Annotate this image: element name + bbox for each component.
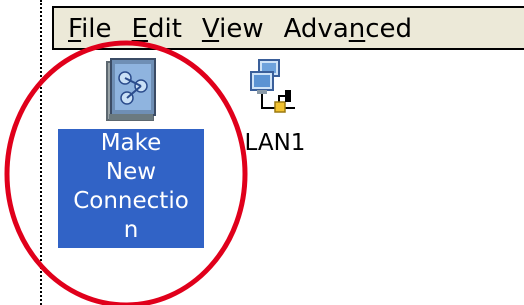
menu-view[interactable]: View <box>202 12 264 46</box>
dotted-divider <box>40 0 42 305</box>
network-connections-window: File Edit View Advanced Make New Connect… <box>0 0 524 305</box>
lan1-label[interactable]: LAN1 <box>245 129 306 158</box>
menu-bar: File Edit View Advanced <box>52 6 524 50</box>
make-new-connection-item[interactable]: Make New Connectio n <box>58 56 204 248</box>
menu-edit[interactable]: Edit <box>132 12 182 46</box>
menu-file[interactable]: File <box>68 12 112 46</box>
network-lan-icon <box>250 59 295 113</box>
make-new-connection-icon <box>106 58 156 121</box>
lan1-item[interactable]: LAN1 <box>238 56 312 158</box>
make-new-connection-label[interactable]: Make New Connectio n <box>58 129 204 248</box>
menu-advanced[interactable]: Advanced <box>284 12 412 46</box>
